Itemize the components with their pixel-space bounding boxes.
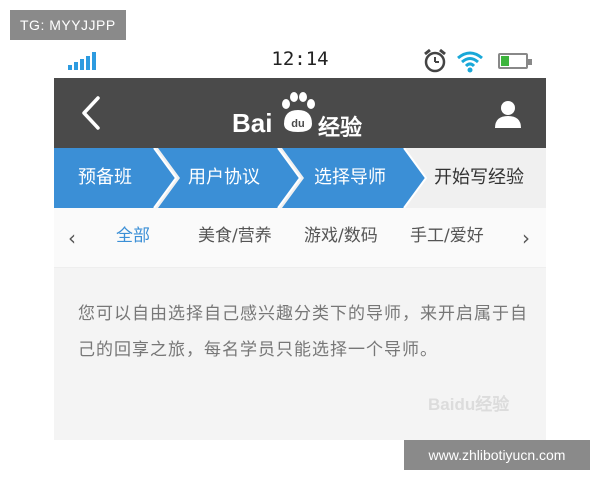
category-all[interactable]: 全部 <box>116 208 150 268</box>
step-agreement[interactable]: 用户协议 <box>188 148 260 208</box>
back-arrow-icon[interactable] <box>72 92 112 134</box>
app-header: Bai du 经验 <box>54 78 546 148</box>
chevron-right-icon[interactable]: › <box>516 226 536 250</box>
user-profile-icon[interactable] <box>492 98 524 130</box>
alarm-clock-icon <box>424 48 446 73</box>
wifi-icon <box>457 51 483 73</box>
baidu-jingyan-logo: Bai du 经验 <box>232 88 372 141</box>
step-prep[interactable]: 预备班 <box>78 148 132 208</box>
paw-icon: du <box>282 92 315 132</box>
status-bar: 12:14 <box>54 44 546 78</box>
battery-icon <box>498 53 532 69</box>
progress-steps: 预备班 用户协议 选择导师 开始写经验 <box>54 148 546 208</box>
category-games[interactable]: 游戏/数码 <box>304 208 378 268</box>
logo-du-text: du <box>291 118 304 130</box>
category-crafts[interactable]: 手工/爱好 <box>410 208 484 268</box>
description-text: 您可以自由选择自己感兴趣分类下的导师，来开启属于自己的回享之旅，每名学员只能选择… <box>78 304 528 360</box>
content-panel: 您可以自由选择自己感兴趣分类下的导师，来开启属于自己的回享之旅，每名学员只能选择… <box>54 268 546 440</box>
baidu-watermark: Baidu经验 <box>428 395 510 414</box>
chevron-left-icon[interactable]: ‹ <box>62 226 82 250</box>
corner-tag: TG: MYYJJPP <box>10 10 126 40</box>
logo-bai-text: Bai <box>232 108 273 138</box>
category-bar: ‹ 全部 美食/营养 游戏/数码 手工/爱好 › <box>54 208 546 268</box>
logo-jingyan-text: 经验 <box>318 116 363 141</box>
url-tag: www.zhlibotiyucn.com <box>404 440 590 470</box>
category-food[interactable]: 美食/营养 <box>198 208 272 268</box>
step-start-writing[interactable]: 开始写经验 <box>434 148 524 208</box>
step-choose-mentor[interactable]: 选择导师 <box>314 148 386 208</box>
